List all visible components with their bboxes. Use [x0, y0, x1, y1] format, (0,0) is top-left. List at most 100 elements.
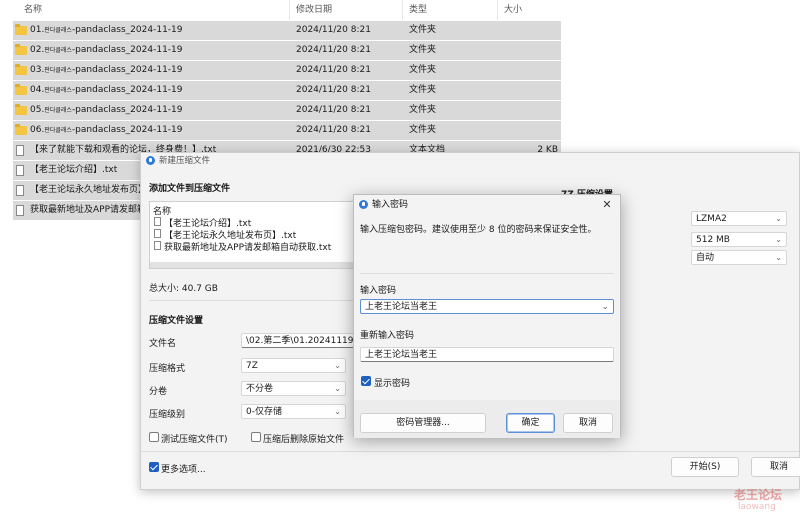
file-icon: [16, 205, 24, 216]
row-name-suffix: -pandaclass_2024-11-19: [71, 85, 183, 95]
password-dialog-title: 输入密码: [372, 200, 409, 210]
file-icon: [16, 185, 24, 196]
row-name-prefix: 01.: [30, 25, 45, 35]
folder-icon: [15, 104, 27, 115]
more-options-checkbox[interactable]: [149, 462, 159, 472]
file-row[interactable]: 03.판다클래스-pandaclass_2024-11-19 2024/11/2…: [13, 61, 561, 80]
chevron-down-icon: ⌄: [775, 253, 782, 262]
divider: [149, 300, 354, 301]
row-date: 2024/11/20 8:21: [296, 105, 371, 115]
watermark-text: 老王论坛: [734, 488, 783, 502]
file-row[interactable]: 05.판다클래스-pandaclass_2024-11-19 2024/11/2…: [13, 101, 561, 120]
row-name-korean: 판다클래스: [44, 27, 72, 34]
word-size-select[interactable]: 自动 ⌄: [691, 250, 787, 265]
ok-button[interactable]: 确定: [506, 413, 555, 433]
enter-password-label: 输入密码: [360, 286, 397, 296]
level-label: 压缩级别: [149, 410, 186, 420]
row-date: 2024/11/20 8:21: [296, 25, 371, 35]
row-name-korean: 판다클래스: [44, 87, 72, 94]
test-archive-checkbox[interactable]: [149, 432, 159, 442]
filename-input[interactable]: \02.第二季\01.20241119_第一: [241, 333, 354, 348]
row-date: 2024/11/20 8:21: [296, 85, 371, 95]
row-type: 文件夹: [409, 65, 437, 75]
archive-dialog-titlebar[interactable]: 新建压缩文件: [141, 153, 799, 169]
chevron-down-icon: ⌄: [334, 384, 341, 393]
archive-settings-heading: 压缩文件设置: [149, 316, 204, 326]
close-icon[interactable]: ✕: [600, 198, 614, 212]
archive-dialog-title: 新建压缩文件: [159, 156, 211, 166]
chevron-down-icon[interactable]: ⌄: [601, 300, 609, 313]
row-name-suffix: -pandaclass_2024-11-19: [71, 125, 183, 135]
chevron-down-icon: ⌄: [334, 407, 341, 416]
split-select[interactable]: 不分卷 ⌄: [241, 381, 346, 396]
row-type: 文件夹: [409, 25, 437, 35]
row-name-prefix: 04.: [30, 85, 45, 95]
total-size-label: 总大小: 40.7 GB: [149, 284, 218, 294]
row-type: 文件夹: [409, 125, 437, 135]
reenter-password-label: 重新输入密码: [360, 331, 415, 341]
row-date: 2024/11/20 8:21: [296, 125, 371, 135]
password-input[interactable]: 上老王论坛当老王 ⌄: [360, 299, 614, 314]
app-icon: [146, 156, 155, 165]
delete-source-checkbox[interactable]: [251, 432, 261, 442]
app-icon: [359, 200, 368, 209]
file-row[interactable]: 06.판다클래스-pandaclass_2024-11-19 2024/11/2…: [13, 121, 561, 140]
file-row[interactable]: 02.판다클래스-pandaclass_2024-11-19 2024/11/2…: [13, 41, 561, 60]
level-select[interactable]: 0-仅存储 ⌄: [241, 404, 346, 419]
more-options-label: 更多选项...: [161, 465, 206, 475]
column-header-name[interactable]: 名称: [18, 0, 290, 20]
row-name-prefix: 05.: [30, 105, 45, 115]
start-button[interactable]: 开始(S): [671, 457, 739, 477]
row-date: 2024/11/20 8:21: [296, 45, 371, 55]
password-dialog-titlebar[interactable]: 输入密码 ✕: [354, 195, 620, 215]
column-header-size[interactable]: 大小: [498, 0, 563, 20]
show-password-checkbox[interactable]: [361, 376, 371, 386]
row-name-korean: 판다클래스: [44, 47, 72, 54]
password-cancel-button[interactable]: 取消: [563, 413, 613, 433]
reenter-password-input[interactable]: 上老王论坛当老王: [360, 347, 614, 362]
chevron-down-icon: ⌄: [775, 235, 782, 244]
method-select[interactable]: LZMA2 ⌄: [691, 211, 787, 226]
folder-icon: [15, 64, 27, 75]
archive-cancel-button[interactable]: 取消: [751, 457, 800, 477]
row-name-suffix: -pandaclass_2024-11-19: [71, 65, 183, 75]
password-dialog: 输入密码 ✕ 输入压缩包密码。建议使用至少 8 位的密码来保证安全性。 输入密码…: [353, 194, 621, 438]
file-icon: [16, 165, 24, 176]
add-files-heading: 添加文件到压缩文件: [149, 184, 231, 194]
divider: [141, 451, 799, 452]
row-name-korean: 판다클래스: [44, 127, 72, 134]
password-prompt: 输入压缩包密码。建议使用至少 8 位的密码来保证安全性。: [360, 225, 597, 235]
file-icon: [16, 145, 24, 156]
row-name-korean: 판다클래스: [44, 107, 72, 114]
password-manager-button[interactable]: 密码管理器...: [360, 413, 486, 433]
folder-icon: [15, 24, 27, 35]
file-row[interactable]: 01.판다클래스-pandaclass_2024-11-19 2024/11/2…: [13, 21, 561, 40]
column-header-date[interactable]: 修改日期: [290, 0, 403, 20]
folder-icon: [15, 84, 27, 95]
list-item[interactable]: 获取最新地址及APP请发邮箱自动获取.txt: [164, 240, 331, 253]
row-type: 文件夹: [409, 85, 437, 95]
row-type: 文件夹: [409, 45, 437, 55]
file-icon: [154, 241, 161, 250]
divider: [360, 273, 614, 274]
test-archive-label: 测试压缩文件(T): [161, 435, 228, 445]
file-icon: [154, 229, 161, 238]
row-name-suffix: -pandaclass_2024-11-19: [71, 45, 183, 55]
row-name-prefix: 03.: [30, 65, 45, 75]
row-type: 文件夹: [409, 105, 437, 115]
show-password-label: 显示密码: [374, 379, 411, 389]
folder-icon: [15, 124, 27, 135]
delete-source-label: 压缩后删除原始文件: [263, 435, 345, 445]
dictionary-select[interactable]: 512 MB ⌄: [691, 232, 787, 247]
row-date: 2024/11/20 8:21: [296, 65, 371, 75]
chevron-down-icon: ⌄: [775, 214, 782, 223]
file-listbox[interactable]: 名称 【老王论坛介绍】.txt 【老王论坛永久地址发布页】.txt 获取最新地址…: [149, 201, 359, 269]
chevron-down-icon: ⌄: [334, 361, 341, 370]
row-name-suffix: -pandaclass_2024-11-19: [71, 105, 183, 115]
format-select[interactable]: 7Z ⌄: [241, 358, 346, 373]
filename-label: 文件名: [149, 339, 177, 349]
file-row[interactable]: 04.판다클래스-pandaclass_2024-11-19 2024/11/2…: [13, 81, 561, 100]
horizontal-scrollbar[interactable]: [150, 262, 358, 268]
column-header-type[interactable]: 类型: [403, 0, 498, 20]
folder-icon: [15, 44, 27, 55]
